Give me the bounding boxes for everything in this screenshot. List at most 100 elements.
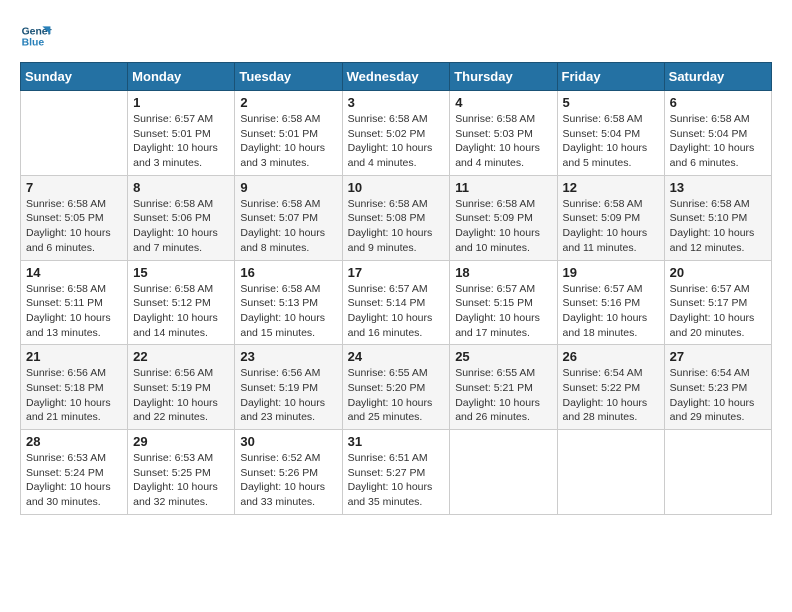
day-info: Sunrise: 6:55 AM Sunset: 5:21 PM Dayligh…: [455, 366, 551, 425]
day-number: 22: [133, 349, 229, 364]
weekday-header-row: SundayMondayTuesdayWednesdayThursdayFrid…: [21, 63, 772, 91]
day-number: 25: [455, 349, 551, 364]
calendar-body: 1 Sunrise: 6:57 AM Sunset: 5:01 PM Daylig…: [21, 91, 772, 515]
day-info: Sunrise: 6:58 AM Sunset: 5:05 PM Dayligh…: [26, 197, 122, 256]
day-info: Sunrise: 6:58 AM Sunset: 5:06 PM Dayligh…: [133, 197, 229, 256]
weekday-header-saturday: Saturday: [664, 63, 771, 91]
calendar-cell: 3Sunrise: 6:58 AM Sunset: 5:02 PM Daylig…: [342, 91, 450, 176]
day-number: 28: [26, 434, 122, 449]
weekday-header-friday: Friday: [557, 63, 664, 91]
day-number: 6: [670, 95, 766, 110]
day-info: Sunrise: 6:58 AM Sunset: 5:07 PM Dayligh…: [240, 197, 336, 256]
day-number: 15: [133, 265, 229, 280]
calendar-cell: 30Sunrise: 6:52 AM Sunset: 5:26 PM Dayli…: [235, 430, 342, 515]
day-info: Sunrise: 6:58 AM Sunset: 5:09 PM Dayligh…: [455, 197, 551, 256]
day-info: Sunrise: 6:58 AM Sunset: 5:10 PM Dayligh…: [670, 197, 766, 256]
day-number: 24: [348, 349, 445, 364]
day-info: Sunrise: 6:58 AM Sunset: 5:04 PM Dayligh…: [563, 112, 659, 171]
day-info: Sunrise: 6:58 AM Sunset: 5:08 PM Dayligh…: [348, 197, 445, 256]
day-info: Sunrise: 6:57 AM Sunset: 5:17 PM Dayligh…: [670, 282, 766, 341]
day-number: 7: [26, 180, 122, 195]
day-info: Sunrise: 6:57 AM Sunset: 5:14 PM Dayligh…: [348, 282, 445, 341]
calendar-cell: 17 Sunrise: 6:57 AM Sunset: 5:14 PM Dayli…: [342, 260, 450, 345]
calendar-cell: 12 Sunrise: 6:58 AM Sunset: 5:09 PM Dayli…: [557, 175, 664, 260]
calendar-cell: 23Sunrise: 6:56 AM Sunset: 5:19 PM Dayli…: [235, 345, 342, 430]
day-number: 26: [563, 349, 659, 364]
calendar-cell: 28 Sunrise: 6:53 AM Sunset: 5:24 PM Dayli…: [21, 430, 128, 515]
calendar-week-row: 21 Sunrise: 6:56 AM Sunset: 5:18 PM Dayli…: [21, 345, 772, 430]
svg-text:Blue: Blue: [22, 38, 45, 49]
day-number: 12: [563, 180, 659, 195]
calendar-cell: 13 Sunrise: 6:58 AM Sunset: 5:10 PM Dayli…: [664, 175, 771, 260]
header: General Blue: [20, 20, 772, 52]
day-number: 29: [133, 434, 229, 449]
calendar-cell: 21 Sunrise: 6:56 AM Sunset: 5:18 PM Dayli…: [21, 345, 128, 430]
day-number: 13: [670, 180, 766, 195]
calendar-cell: [557, 430, 664, 515]
day-info: Sunrise: 6:58 AM Sunset: 5:12 PM Dayligh…: [133, 282, 229, 341]
calendar-cell: 27 Sunrise: 6:54 AM Sunset: 5:23 PM Dayli…: [664, 345, 771, 430]
day-info: Sunrise: 6:58 AM Sunset: 5:02 PM Dayligh…: [348, 112, 445, 171]
day-number: 18: [455, 265, 551, 280]
day-info: Sunrise: 6:56 AM Sunset: 5:19 PM Dayligh…: [133, 366, 229, 425]
calendar-week-row: 14Sunrise: 6:58 AM Sunset: 5:11 PM Dayli…: [21, 260, 772, 345]
calendar-cell: 18Sunrise: 6:57 AM Sunset: 5:15 PM Dayli…: [450, 260, 557, 345]
calendar-cell: 9Sunrise: 6:58 AM Sunset: 5:07 PM Daylig…: [235, 175, 342, 260]
weekday-header-sunday: Sunday: [21, 63, 128, 91]
calendar-cell: 25 Sunrise: 6:55 AM Sunset: 5:21 PM Dayli…: [450, 345, 557, 430]
calendar-cell: 1 Sunrise: 6:57 AM Sunset: 5:01 PM Daylig…: [128, 91, 235, 176]
day-number: 5: [563, 95, 659, 110]
day-info: Sunrise: 6:58 AM Sunset: 5:04 PM Dayligh…: [670, 112, 766, 171]
day-number: 21: [26, 349, 122, 364]
day-number: 1: [133, 95, 229, 110]
calendar-cell: 15 Sunrise: 6:58 AM Sunset: 5:12 PM Dayli…: [128, 260, 235, 345]
calendar-cell: 8Sunrise: 6:58 AM Sunset: 5:06 PM Daylig…: [128, 175, 235, 260]
weekday-header-thursday: Thursday: [450, 63, 557, 91]
logo: General Blue: [20, 20, 56, 52]
calendar-cell: 2 Sunrise: 6:58 AM Sunset: 5:01 PM Daylig…: [235, 91, 342, 176]
day-info: Sunrise: 6:52 AM Sunset: 5:26 PM Dayligh…: [240, 451, 336, 510]
day-info: Sunrise: 6:56 AM Sunset: 5:19 PM Dayligh…: [240, 366, 336, 425]
logo-icon: General Blue: [20, 20, 52, 52]
day-number: 17: [348, 265, 445, 280]
weekday-header-wednesday: Wednesday: [342, 63, 450, 91]
calendar-week-row: 1 Sunrise: 6:57 AM Sunset: 5:01 PM Daylig…: [21, 91, 772, 176]
day-number: 10: [348, 180, 445, 195]
day-number: 19: [563, 265, 659, 280]
day-info: Sunrise: 6:57 AM Sunset: 5:16 PM Dayligh…: [563, 282, 659, 341]
calendar-cell: 31 Sunrise: 6:51 AM Sunset: 5:27 PM Dayli…: [342, 430, 450, 515]
calendar-cell: 7 Sunrise: 6:58 AM Sunset: 5:05 PM Daylig…: [21, 175, 128, 260]
day-number: 20: [670, 265, 766, 280]
calendar-cell: 29 Sunrise: 6:53 AM Sunset: 5:25 PM Dayli…: [128, 430, 235, 515]
day-info: Sunrise: 6:56 AM Sunset: 5:18 PM Dayligh…: [26, 366, 122, 425]
day-info: Sunrise: 6:58 AM Sunset: 5:09 PM Dayligh…: [563, 197, 659, 256]
calendar-cell: 10 Sunrise: 6:58 AM Sunset: 5:08 PM Dayli…: [342, 175, 450, 260]
day-info: Sunrise: 6:53 AM Sunset: 5:25 PM Dayligh…: [133, 451, 229, 510]
calendar-cell: [21, 91, 128, 176]
day-number: 2: [240, 95, 336, 110]
day-number: 14: [26, 265, 122, 280]
day-info: Sunrise: 6:54 AM Sunset: 5:22 PM Dayligh…: [563, 366, 659, 425]
calendar-cell: 24Sunrise: 6:55 AM Sunset: 5:20 PM Dayli…: [342, 345, 450, 430]
calendar-cell: 22 Sunrise: 6:56 AM Sunset: 5:19 PM Dayli…: [128, 345, 235, 430]
day-number: 31: [348, 434, 445, 449]
day-info: Sunrise: 6:57 AM Sunset: 5:01 PM Dayligh…: [133, 112, 229, 171]
calendar-cell: 4 Sunrise: 6:58 AM Sunset: 5:03 PM Daylig…: [450, 91, 557, 176]
day-info: Sunrise: 6:51 AM Sunset: 5:27 PM Dayligh…: [348, 451, 445, 510]
calendar-cell: 5 Sunrise: 6:58 AM Sunset: 5:04 PM Daylig…: [557, 91, 664, 176]
day-info: Sunrise: 6:53 AM Sunset: 5:24 PM Dayligh…: [26, 451, 122, 510]
calendar-cell: 26 Sunrise: 6:54 AM Sunset: 5:22 PM Dayli…: [557, 345, 664, 430]
calendar-cell: 19 Sunrise: 6:57 AM Sunset: 5:16 PM Dayli…: [557, 260, 664, 345]
calendar-cell: 16Sunrise: 6:58 AM Sunset: 5:13 PM Dayli…: [235, 260, 342, 345]
day-number: 27: [670, 349, 766, 364]
day-number: 16: [240, 265, 336, 280]
day-info: Sunrise: 6:58 AM Sunset: 5:01 PM Dayligh…: [240, 112, 336, 171]
day-info: Sunrise: 6:54 AM Sunset: 5:23 PM Dayligh…: [670, 366, 766, 425]
day-info: Sunrise: 6:58 AM Sunset: 5:03 PM Dayligh…: [455, 112, 551, 171]
calendar-cell: 11Sunrise: 6:58 AM Sunset: 5:09 PM Dayli…: [450, 175, 557, 260]
calendar-cell: [450, 430, 557, 515]
calendar-cell: [664, 430, 771, 515]
weekday-header-tuesday: Tuesday: [235, 63, 342, 91]
weekday-header-monday: Monday: [128, 63, 235, 91]
day-number: 4: [455, 95, 551, 110]
